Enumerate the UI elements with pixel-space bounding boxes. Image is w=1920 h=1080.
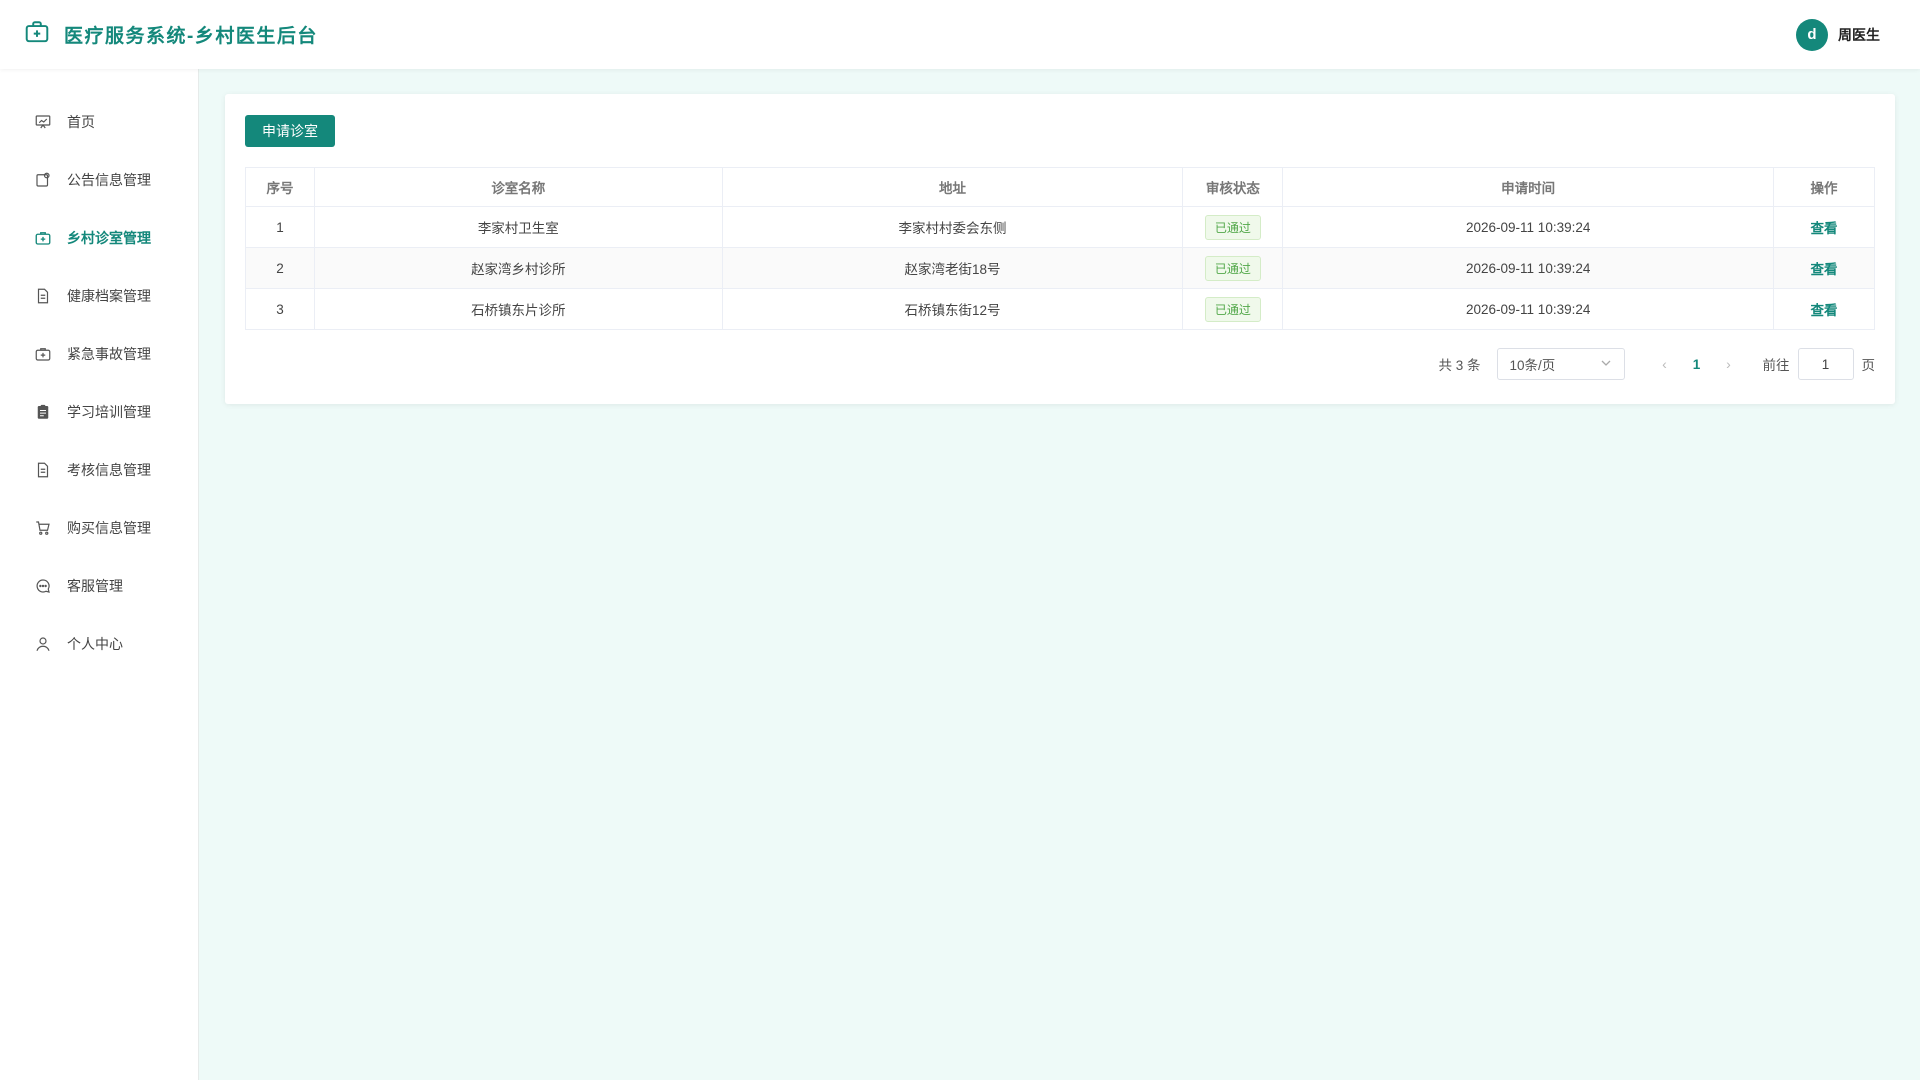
user-icon — [34, 635, 52, 653]
sidebar-item-assessment[interactable]: 考核信息管理 — [0, 441, 198, 499]
table-row: 2 赵家湾乡村诊所 赵家湾老街18号 已通过 2026-09-11 10:39:… — [245, 247, 1875, 289]
apply-clinic-button[interactable]: 申请诊室 — [245, 115, 335, 147]
table-row: 3 石桥镇东片诊所 石桥镇东街12号 已通过 2026-09-11 10:39:… — [245, 288, 1875, 330]
sidebar-item-home[interactable]: 首页 — [0, 93, 198, 151]
sidebar-item-label: 健康档案管理 — [67, 288, 151, 304]
pagination: 共 3 条 10条/页 ‹ 1 › 前往 页 — [245, 348, 1875, 380]
user-menu[interactable]: d 周医生 — [1796, 18, 1880, 51]
avatar[interactable]: d — [1796, 18, 1828, 51]
medical-kit-icon — [24, 19, 50, 50]
column-header: 操作 — [1773, 167, 1875, 207]
sidebar-item-label: 个人中心 — [67, 636, 123, 652]
cell-actions: 查看 — [1773, 247, 1875, 289]
status-badge: 已通过 — [1204, 214, 1261, 240]
document-icon — [34, 287, 52, 305]
medical-kit-icon — [34, 345, 52, 363]
sidebar-item-customer-service[interactable]: 客服管理 — [0, 557, 198, 615]
table-row: 1 李家村卫生室 李家村村委会东侧 已通过 2026-09-11 10:39:2… — [245, 206, 1875, 248]
sidebar-item-label: 公告信息管理 — [67, 172, 151, 188]
notice-icon — [34, 171, 52, 189]
app-title: 医疗服务系统-乡村医生后台 — [64, 26, 318, 47]
cell-status: 已通过 — [1182, 247, 1284, 289]
chat-icon — [34, 577, 52, 595]
cell-index: 3 — [245, 288, 315, 330]
sidebar-item-label: 客服管理 — [67, 578, 123, 594]
cart-icon — [34, 519, 52, 537]
sidebar: 首页 公告信息管理 乡村诊室管理 健康档案管理 紧急事故管理 学习培训管理 考核… — [0, 69, 199, 1080]
cell-apply-time: 2026-09-11 10:39:24 — [1282, 206, 1775, 248]
sidebar-item-label: 乡村诊室管理 — [67, 230, 151, 246]
sidebar-item-label: 首页 — [67, 114, 95, 130]
sidebar-item-purchase[interactable]: 购买信息管理 — [0, 499, 198, 557]
table-header-row: 序号 诊室名称 地址 审核状态 申请时间 操作 — [245, 167, 1875, 207]
cell-apply-time: 2026-09-11 10:39:24 — [1282, 247, 1775, 289]
medical-kit-icon — [34, 229, 52, 247]
cell-clinic-name: 石桥镇东片诊所 — [313, 288, 723, 330]
user-name[interactable]: 周医生 — [1838, 25, 1880, 45]
cell-status: 已通过 — [1182, 288, 1284, 330]
cell-address: 赵家湾老街18号 — [721, 247, 1184, 289]
view-link[interactable]: 查看 — [1811, 262, 1838, 277]
clipboard-icon — [34, 403, 52, 421]
sidebar-item-training[interactable]: 学习培训管理 — [0, 383, 198, 441]
column-header: 序号 — [245, 167, 315, 207]
sidebar-item-notice[interactable]: 公告信息管理 — [0, 151, 198, 209]
sidebar-item-health-records[interactable]: 健康档案管理 — [0, 267, 198, 325]
cell-clinic-name: 赵家湾乡村诊所 — [313, 247, 723, 289]
page-size-select[interactable]: 10条/页 — [1496, 348, 1625, 380]
chevron-down-icon — [1600, 357, 1612, 372]
document-icon — [34, 461, 52, 479]
cell-actions: 查看 — [1773, 288, 1875, 330]
sidebar-item-label: 学习培训管理 — [67, 404, 151, 420]
sidebar-item-profile[interactable]: 个人中心 — [0, 615, 198, 673]
page-suffix: 页 — [1861, 358, 1876, 373]
column-header: 审核状态 — [1182, 167, 1284, 207]
goto-page-input[interactable] — [1797, 348, 1854, 380]
view-link[interactable]: 查看 — [1811, 303, 1838, 318]
cell-status: 已通过 — [1182, 206, 1284, 248]
column-header: 诊室名称 — [313, 167, 723, 207]
goto-page: 前往 页 — [1762, 348, 1876, 380]
cell-address: 石桥镇东街12号 — [721, 288, 1184, 330]
next-page-icon[interactable]: › — [1713, 356, 1745, 372]
prev-page-icon[interactable]: ‹ — [1649, 356, 1681, 372]
cell-actions: 查看 — [1773, 206, 1875, 248]
status-badge: 已通过 — [1204, 255, 1261, 281]
cell-apply-time: 2026-09-11 10:39:24 — [1282, 288, 1775, 330]
goto-label: 前往 — [1762, 358, 1790, 373]
column-header: 申请时间 — [1282, 167, 1775, 207]
page-size-value: 10条/页 — [1509, 358, 1556, 373]
page-number-current[interactable]: 1 — [1681, 357, 1713, 372]
cell-address: 李家村村委会东侧 — [721, 206, 1184, 248]
column-header: 地址 — [721, 167, 1184, 207]
status-badge: 已通过 — [1204, 296, 1261, 322]
brand: 医疗服务系统-乡村医生后台 — [24, 19, 318, 50]
view-link[interactable]: 查看 — [1811, 221, 1838, 236]
clinic-table: 序号 诊室名称 地址 审核状态 申请时间 操作 1 李家村卫生室 李家村村委会东… — [245, 167, 1875, 330]
sidebar-item-emergency[interactable]: 紧急事故管理 — [0, 325, 198, 383]
sidebar-item-label: 紧急事故管理 — [67, 346, 151, 362]
sidebar-item-label: 考核信息管理 — [67, 462, 151, 478]
chart-board-icon — [34, 113, 52, 131]
clinic-list-card: 申请诊室 序号 诊室名称 地址 审核状态 申请时间 操作 1 李家村卫生室 李家… — [225, 94, 1895, 404]
cell-index: 1 — [245, 206, 315, 248]
total-count: 共 3 条 — [1438, 358, 1481, 373]
cell-index: 2 — [245, 247, 315, 289]
cell-clinic-name: 李家村卫生室 — [313, 206, 723, 248]
sidebar-item-clinic[interactable]: 乡村诊室管理 — [0, 209, 198, 267]
top-bar: 医疗服务系统-乡村医生后台 d 周医生 — [0, 0, 1920, 69]
sidebar-item-label: 购买信息管理 — [67, 520, 151, 536]
